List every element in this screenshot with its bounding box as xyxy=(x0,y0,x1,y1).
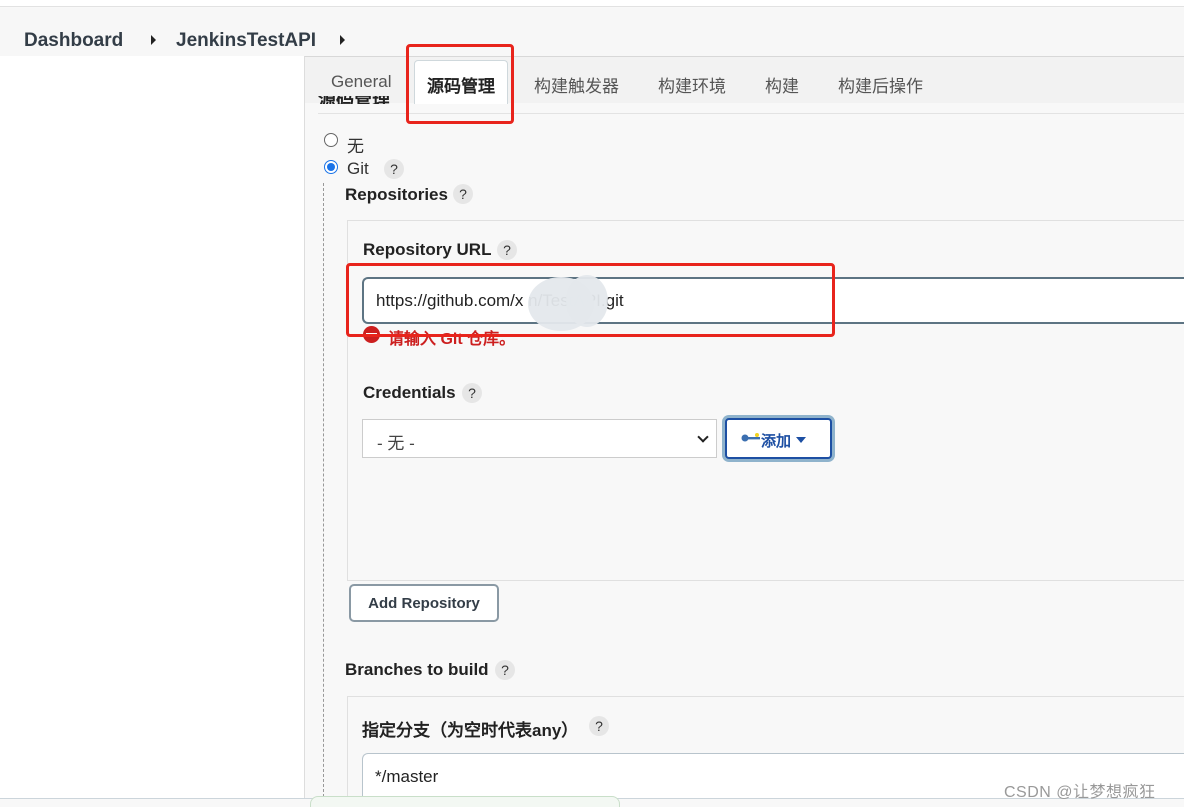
tab-build-triggers[interactable]: 构建触发器 xyxy=(534,72,619,97)
radio-git-label: Git xyxy=(347,159,369,178)
section-title: 源码管理 xyxy=(318,96,418,104)
breadcrumb-arrow-icon[interactable] xyxy=(151,35,156,45)
breadcrumb-dashboard[interactable]: Dashboard xyxy=(24,30,123,52)
tab-build[interactable]: 构建 xyxy=(765,72,799,97)
credentials-label: Credentials xyxy=(363,383,456,402)
repositories-label: Repositories xyxy=(345,185,448,204)
highlight-box-url xyxy=(346,263,835,337)
watermark: CSDN @让梦想疯狂 xyxy=(1004,784,1156,801)
add-credentials-label: 添加 xyxy=(761,433,792,450)
help-icon[interactable]: ? xyxy=(384,159,404,179)
radio-none-label: 无 xyxy=(347,137,364,156)
highlight-box-tab xyxy=(406,44,514,124)
tab-general[interactable]: General xyxy=(331,72,391,92)
help-icon[interactable]: ? xyxy=(462,383,482,403)
tab-post-build-actions[interactable]: 构建后操作 xyxy=(838,72,923,97)
bottom-notification xyxy=(310,796,620,807)
caret-down-icon xyxy=(796,437,806,443)
git-options-guide xyxy=(323,183,324,807)
repository-url-label: Repository URL xyxy=(363,240,492,259)
breadcrumb: Dashboard JenkinsTestAPI xyxy=(0,8,1184,56)
breadcrumb-arrow-icon[interactable] xyxy=(340,35,345,45)
help-icon[interactable]: ? xyxy=(497,240,517,260)
help-icon[interactable]: ? xyxy=(495,660,515,680)
branches-label: Branches to build xyxy=(345,660,489,679)
help-icon[interactable]: ? xyxy=(589,716,609,736)
credentials-select[interactable]: - 无 - xyxy=(362,419,717,458)
breadcrumb-job[interactable]: JenkinsTestAPI xyxy=(176,30,316,52)
add-repository-button[interactable]: Add Repository xyxy=(349,584,499,622)
left-pane xyxy=(0,56,304,807)
help-icon[interactable]: ? xyxy=(453,184,473,204)
top-strip xyxy=(0,0,1184,7)
tab-build-environment[interactable]: 构建环境 xyxy=(658,72,726,97)
branch-specifier-label: 指定分支（为空时代表any） xyxy=(362,721,579,740)
radio-git[interactable] xyxy=(324,160,338,174)
key-icon xyxy=(741,433,760,442)
radio-none[interactable] xyxy=(324,133,338,147)
